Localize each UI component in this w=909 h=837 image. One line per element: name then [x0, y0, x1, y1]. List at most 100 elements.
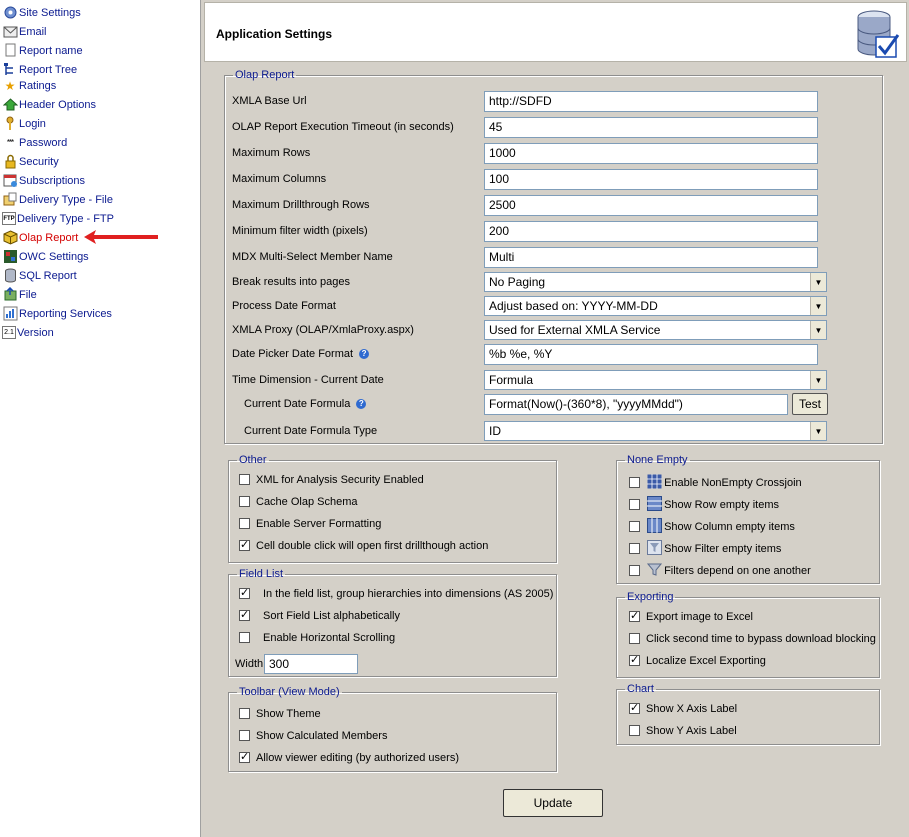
checkbox-row[interactable]: Allow viewer editing (by authorized user… — [239, 750, 459, 770]
max-columns-input[interactable]: 100 — [484, 169, 818, 190]
checkbox-row[interactable]: Enable NonEmpty Crossjoin — [629, 474, 802, 492]
sidebar-item-header-options[interactable]: Header Options — [0, 95, 96, 114]
checkbox-row[interactable]: Click second time to bypass download blo… — [629, 633, 876, 651]
gear-icon — [2, 5, 18, 21]
dropdown-arrow-icon[interactable]: ▼ — [810, 297, 826, 315]
sidebar-item-report-name[interactable]: Report name — [0, 41, 83, 60]
sidebar-item-sql-report[interactable]: SQL Report — [0, 266, 77, 285]
width-input[interactable]: 300 — [264, 654, 358, 674]
sidebar-item-delivery-file[interactable]: Delivery Type - File — [0, 190, 113, 209]
sidebar-item-ratings[interactable]: ★ Ratings — [0, 76, 57, 95]
server-formatting-checkbox[interactable] — [239, 518, 250, 529]
sidebar-item-email[interactable]: Email — [0, 22, 47, 41]
sidebar-item-label: Header Options — [19, 98, 97, 111]
xmla-security-checkbox[interactable] — [239, 474, 250, 485]
xmla-base-url-input[interactable]: http://SDFD — [484, 91, 818, 112]
column-empty-checkbox[interactable] — [629, 521, 640, 532]
checkbox-row[interactable]: Show Column empty items — [629, 518, 795, 536]
show-x-axis-label-checkbox[interactable] — [629, 701, 640, 715]
sidebar-item-subscriptions[interactable]: Subscriptions — [0, 171, 85, 190]
max-drillthrough-input[interactable]: 2500 — [484, 195, 818, 216]
checkbox-row[interactable]: Filters depend on one another — [629, 562, 811, 580]
sidebar-item-password[interactable]: *** Password — [0, 133, 67, 152]
help-icon[interactable]: ? — [356, 399, 367, 409]
checkbox-row[interactable]: XML for Analysis Security Enabled — [239, 474, 424, 492]
max-rows-input[interactable]: 1000 — [484, 143, 818, 164]
sidebar-item-reporting-services[interactable]: Reporting Services — [0, 304, 112, 323]
export-image-checkbox[interactable] — [629, 609, 640, 623]
test-button[interactable]: Test — [792, 393, 828, 415]
checkbox-label: XML for Analysis Security Enabled — [256, 474, 424, 486]
checkbox-label: Cell double click will open first drillt… — [256, 540, 489, 552]
double-click-drill-checkbox[interactable] — [239, 538, 250, 552]
group-hierarchies-checkbox[interactable] — [239, 586, 250, 600]
checkbox-row[interactable]: Show Theme — [239, 708, 321, 726]
xmla-proxy-select[interactable]: Used for External XMLA Service ▼ — [484, 320, 827, 340]
sidebar-item-login[interactable]: Login — [0, 114, 46, 133]
checkbox-row[interactable]: Sort Field List alphabetically — [239, 608, 400, 628]
formula-type-select[interactable]: ID ▼ — [484, 421, 827, 441]
checkbox-row[interactable]: Show X Axis Label — [629, 701, 737, 721]
checkbox-row[interactable]: Enable Horizontal Scrolling — [239, 632, 395, 650]
show-theme-checkbox[interactable] — [239, 708, 250, 719]
sidebar-item-label: File — [19, 288, 37, 301]
sidebar-item-label: Version — [17, 326, 54, 339]
break-pages-select[interactable]: No Paging ▼ — [484, 272, 827, 292]
checkbox-row[interactable]: Show Filter empty items — [629, 540, 781, 558]
time-dimension-select[interactable]: Formula ▼ — [484, 370, 827, 390]
checkbox-row[interactable]: Cell double click will open first drillt… — [239, 538, 489, 558]
checkbox-row[interactable]: Localize Excel Exporting — [629, 653, 766, 673]
cache-schema-checkbox[interactable] — [239, 496, 250, 507]
show-calculated-members-checkbox[interactable] — [239, 730, 250, 741]
current-date-formula-row: Current Date Formula? Format(Now()-(360*… — [225, 393, 882, 416]
sidebar-item-site-settings[interactable]: Site Settings — [0, 3, 81, 22]
sidebar-item-version[interactable]: 2.1 Version — [0, 323, 54, 342]
sort-field-list-checkbox[interactable] — [239, 608, 250, 622]
checkbox-row[interactable]: Export image to Excel — [629, 609, 753, 629]
help-icon[interactable]: ? — [359, 349, 370, 359]
process-date-format-row: Process Date Format Adjust based on: YYY… — [225, 296, 882, 318]
selected-value: No Paging — [489, 275, 546, 289]
dropdown-arrow-icon[interactable]: ▼ — [810, 371, 826, 389]
show-y-axis-label-checkbox[interactable] — [629, 725, 640, 736]
date-picker-format-input[interactable]: %b %e, %Y — [484, 344, 818, 365]
checkbox-row[interactable]: In the field list, group hierarchies int… — [239, 586, 553, 606]
current-date-formula-input[interactable]: Format(Now()-(360*8), "yyyyMMdd") — [484, 394, 788, 415]
toolbar-view-mode-section: Toolbar (View Mode) Show Theme Show Calc… — [228, 686, 557, 772]
section-legend: Olap Report — [235, 69, 295, 81]
other-section: Other XML for Analysis Security Enabled … — [228, 454, 557, 563]
update-button[interactable]: Update — [503, 789, 603, 817]
database-check-icon — [857, 10, 900, 58]
sidebar-item-delivery-ftp[interactable]: FTP Delivery Type - FTP — [0, 209, 114, 228]
break-pages-row: Break results into pages No Paging ▼ — [225, 272, 882, 294]
field-label: Process Date Format — [232, 300, 336, 312]
checkbox-row[interactable]: Show Row empty items — [629, 496, 779, 514]
section-legend: Exporting — [627, 591, 674, 603]
filters-depend-checkbox[interactable] — [629, 565, 640, 576]
dropdown-arrow-icon[interactable]: ▼ — [810, 273, 826, 291]
checkbox-row[interactable]: Cache Olap Schema — [239, 496, 358, 514]
bypass-download-blocking-checkbox[interactable] — [629, 633, 640, 644]
process-date-format-select[interactable]: Adjust based on: YYYY-MM-DD ▼ — [484, 296, 827, 316]
home-icon — [2, 97, 18, 113]
checkbox-row[interactable]: Enable Server Formatting — [239, 518, 381, 536]
localize-excel-checkbox[interactable] — [629, 653, 640, 667]
checkbox-row[interactable]: Show Calculated Members — [239, 730, 387, 748]
filter-empty-checkbox[interactable] — [629, 543, 640, 554]
mdx-member-name-input[interactable]: Multi — [484, 247, 818, 268]
sidebar-item-owc-settings[interactable]: OWC Settings — [0, 247, 89, 266]
sidebar-item-file[interactable]: File — [0, 285, 37, 304]
horizontal-scrolling-checkbox[interactable] — [239, 632, 250, 643]
allow-viewer-editing-checkbox[interactable] — [239, 750, 250, 764]
sidebar-item-security[interactable]: Security — [0, 152, 59, 171]
dropdown-arrow-icon[interactable]: ▼ — [810, 422, 826, 440]
nonempty-crossjoin-checkbox[interactable] — [629, 477, 640, 488]
xmla-base-url-row: XMLA Base Url http://SDFD — [225, 91, 882, 113]
min-filter-width-input[interactable]: 200 — [484, 221, 818, 242]
checkbox-row[interactable]: Show Y Axis Label — [629, 725, 737, 743]
sidebar-item-olap-report[interactable]: Olap Report — [0, 228, 78, 247]
formula-type-row: Current Date Formula Type ID ▼ — [225, 421, 882, 443]
dropdown-arrow-icon[interactable]: ▼ — [810, 321, 826, 339]
exec-timeout-input[interactable]: 45 — [484, 117, 818, 138]
row-empty-checkbox[interactable] — [629, 499, 640, 510]
